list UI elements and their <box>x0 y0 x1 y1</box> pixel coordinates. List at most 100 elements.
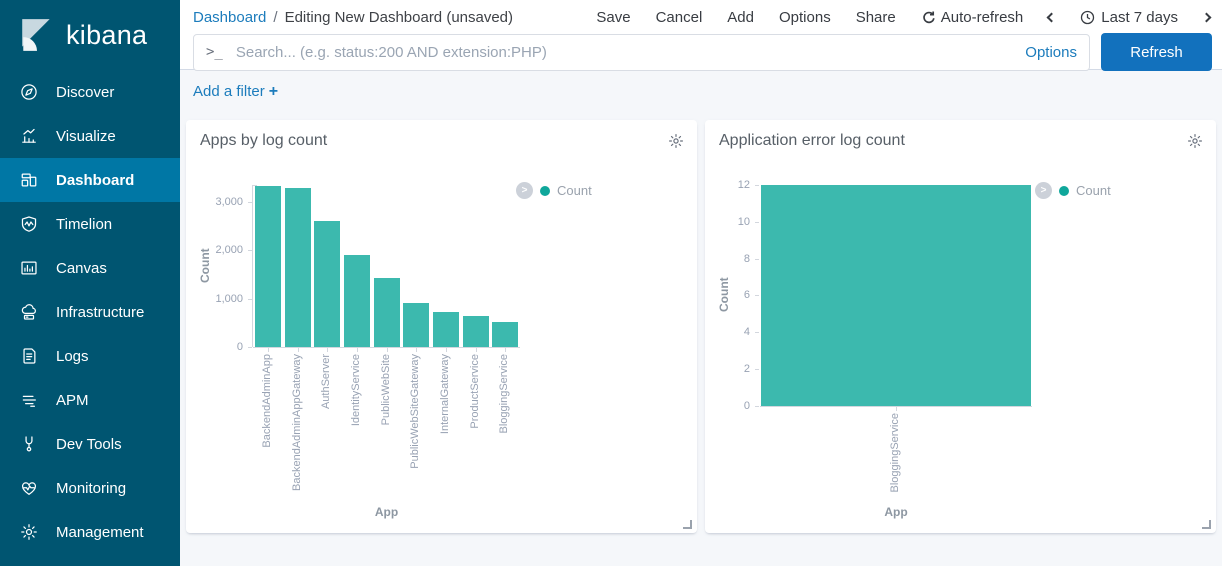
sidebar-item-visualize[interactable]: Visualize <box>0 114 180 158</box>
sidebar-item-label: Logs <box>56 348 89 365</box>
sidebar-item-label: Discover <box>56 84 114 101</box>
sidebar-item-monitoring[interactable]: Monitoring <box>0 466 180 510</box>
main-area: Dashboard / Editing New Dashboard (unsav… <box>180 0 1222 566</box>
chart-bar[interactable] <box>285 188 311 347</box>
sidebar-item-label: Visualize <box>56 128 116 145</box>
y-tick-mark <box>755 185 759 186</box>
sidebar-item-label: Canvas <box>56 260 107 277</box>
y-tick-mark <box>755 369 759 370</box>
menu-item-add[interactable]: Add <box>727 9 754 26</box>
x-category-label: InternalGateway <box>439 354 452 434</box>
sidebar-item-label: Dashboard <box>56 172 134 189</box>
add-filter-button[interactable]: Add a filter+ <box>193 83 278 100</box>
time-back-chevron-icon[interactable] <box>1047 12 1057 22</box>
legend-label[interactable]: Count <box>1076 183 1111 198</box>
logo-area[interactable]: kibana <box>0 0 180 70</box>
legend-toggle-chevron-icon[interactable]: > <box>516 182 533 199</box>
filter-bar: Add a filter+ <box>180 70 1222 100</box>
dashboard-grid-icon <box>20 171 38 189</box>
legend-color-dot <box>540 186 550 196</box>
breadcrumb-dashboard-link[interactable]: Dashboard <box>193 9 266 26</box>
chart-bar[interactable] <box>463 316 489 347</box>
gear-icon <box>668 137 684 152</box>
y-axis-line <box>252 185 253 347</box>
y-tick-mark <box>755 332 759 333</box>
logs-scroll-icon <box>20 347 38 365</box>
y-tick-label: 12 <box>705 179 750 191</box>
sidebar-item-infrastructure[interactable]: Infrastructure <box>0 290 180 334</box>
menu-item-cancel[interactable]: Cancel <box>656 9 703 26</box>
dashboard-menu: Save Cancel Add Options Share Auto-refresh <box>596 9 1210 26</box>
axis-title-x: App <box>760 505 1032 519</box>
y-tick-label: 10 <box>705 216 750 228</box>
auto-refresh-button[interactable]: Auto-refresh <box>921 9 1024 26</box>
sidebar-item-management[interactable]: Management <box>0 510 180 554</box>
sidebar-item-label: Dev Tools <box>56 436 122 453</box>
panel-options-button[interactable] <box>668 133 684 149</box>
sidebar-item-dev-tools[interactable]: Dev Tools <box>0 422 180 466</box>
sidebar-item-discover[interactable]: Discover <box>0 70 180 114</box>
chart-bar[interactable] <box>492 322 518 347</box>
y-tick-mark <box>248 347 252 348</box>
axis-title-x: App <box>253 505 520 519</box>
chart-bar[interactable] <box>314 221 340 347</box>
menu-item-options[interactable]: Options <box>779 9 831 26</box>
monitoring-pulse-icon <box>20 479 38 497</box>
chart-bar[interactable] <box>344 255 370 347</box>
y-tick-label: 1,000 <box>186 293 243 305</box>
y-tick-label: 2,000 <box>186 244 243 256</box>
x-tick-mark <box>896 407 897 411</box>
breadcrumb-separator: / <box>273 9 277 26</box>
x-category-label: PublicWebSite <box>380 354 393 425</box>
time-picker-button[interactable]: Last 7 days <box>1080 9 1178 26</box>
chart-bar[interactable] <box>761 185 1031 406</box>
menu-item-save[interactable]: Save <box>596 9 630 26</box>
sidebar-item-apm[interactable]: APM <box>0 378 180 422</box>
infrastructure-cloud-icon <box>20 303 38 321</box>
x-category-label: AuthServer <box>320 354 333 409</box>
bar-chart: Count01,0002,0003,000BackendAdminAppBack… <box>186 160 697 533</box>
x-category-label: PublicWebSiteGateway <box>409 354 422 469</box>
panel-resize-handle[interactable] <box>683 520 692 529</box>
x-tick-mark <box>298 348 299 352</box>
x-category-label: ProductService <box>469 354 482 429</box>
chart-bar[interactable] <box>403 303 429 347</box>
sidebar-item-timelion[interactable]: Timelion <box>0 202 180 246</box>
panel-resize-handle[interactable] <box>1202 520 1211 529</box>
axis-title-y: Count <box>198 185 212 347</box>
sidebar-item-label: Monitoring <box>56 480 126 497</box>
y-tick-mark <box>755 406 759 407</box>
sidebar-item-dashboard[interactable]: Dashboard <box>0 158 180 202</box>
chart-bar[interactable] <box>255 186 281 347</box>
menu-item-share[interactable]: Share <box>856 9 896 26</box>
add-filter-label: Add a filter <box>193 83 265 100</box>
legend-color-dot <box>1059 186 1069 196</box>
menu-items: Save Cancel Add Options Share <box>596 9 895 26</box>
breadcrumb: Dashboard / Editing New Dashboard (unsav… <box>193 9 513 26</box>
y-tick-label: 4 <box>705 326 750 338</box>
sidebar-item-label: APM <box>56 392 89 409</box>
refresh-button[interactable]: Refresh <box>1101 33 1212 71</box>
y-tick-label: 2 <box>705 363 750 375</box>
sidebar-item-logs[interactable]: Logs <box>0 334 180 378</box>
legend-label[interactable]: Count <box>557 183 592 198</box>
x-tick-mark <box>416 348 417 352</box>
sidebar-nav: Discover Visualize Dashboard Timelion Canvas… <box>0 70 180 554</box>
legend-toggle-chevron-icon[interactable]: > <box>1035 182 1052 199</box>
time-forward-chevron-icon[interactable] <box>1202 12 1212 22</box>
y-tick-label: 0 <box>705 400 750 412</box>
top-bar: Dashboard / Editing New Dashboard (unsav… <box>180 0 1222 70</box>
x-category-label: BloggingService <box>889 413 902 493</box>
chart-bar[interactable] <box>433 312 459 347</box>
sidebar-item-canvas[interactable]: Canvas <box>0 246 180 290</box>
plus-icon: + <box>269 83 278 100</box>
bar-chart: Count024681012BloggingServiceApp>Count <box>705 160 1216 533</box>
chart-bar[interactable] <box>374 278 400 347</box>
x-category-label: IdentityService <box>350 354 363 426</box>
panel-options-button[interactable] <box>1187 133 1203 149</box>
x-tick-mark <box>387 348 388 352</box>
y-tick-label: 8 <box>705 253 750 265</box>
query-options-link[interactable]: Options <box>1025 44 1077 61</box>
dashboard-panel: Apps by log countCount01,0002,0003,000Ba… <box>186 120 697 533</box>
search-input[interactable] <box>234 43 1015 62</box>
